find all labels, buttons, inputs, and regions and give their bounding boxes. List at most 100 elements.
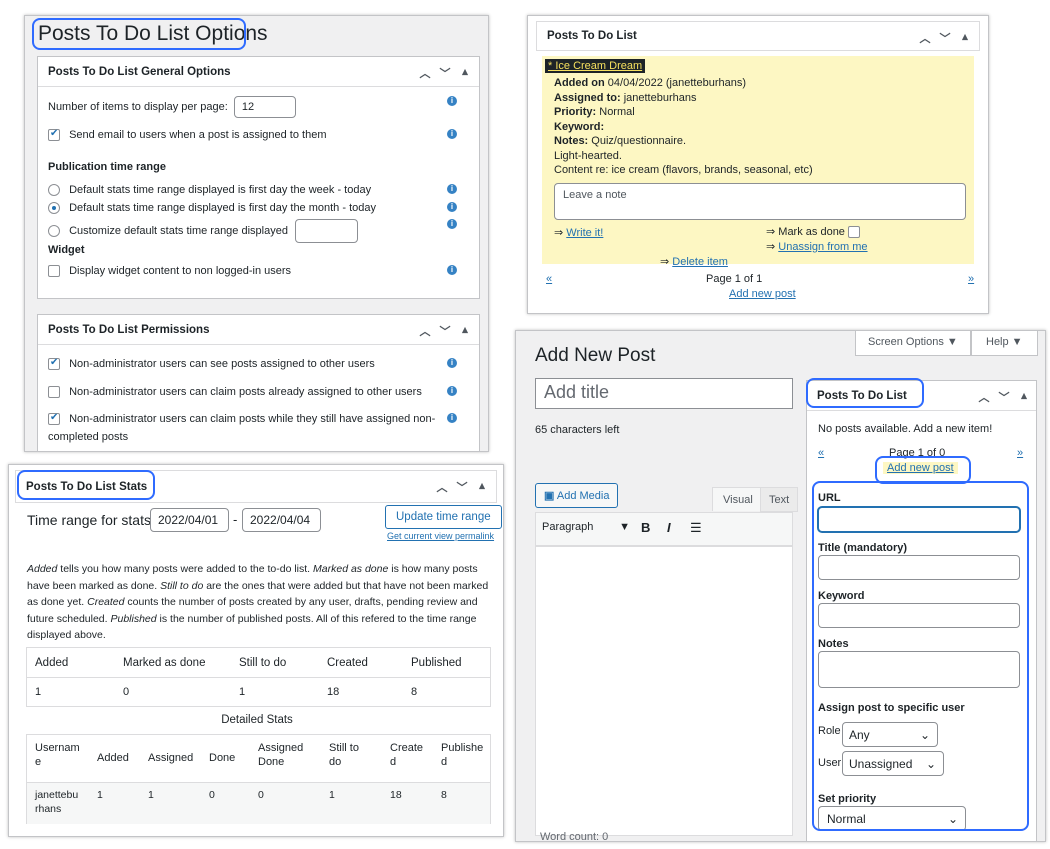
move-down-icon[interactable]: ﹀ (439, 323, 451, 339)
unassign-link[interactable]: Unassign from me (778, 241, 867, 253)
summary-value: 1 (35, 686, 42, 698)
detail-table: Usernam e Added Assigned Done Assigned D… (26, 734, 491, 824)
summary-header: Added (35, 656, 69, 669)
range-month-label: Default stats time range displayed is fi… (69, 202, 376, 214)
add-new-post-highlight (875, 456, 971, 484)
range-month-radio[interactable] (48, 202, 60, 215)
perm2-label: Non-administrator users can claim posts … (69, 386, 422, 398)
update-range-button[interactable]: Update time range (385, 505, 502, 529)
metabox-prev-link[interactable]: « (818, 447, 824, 459)
move-down-icon[interactable]: ﹀ (939, 30, 951, 46)
items-per-page-row: Number of items to display per page: 12 … (48, 96, 469, 118)
perm3-checkbox[interactable] (48, 412, 60, 426)
info-icon[interactable]: i (447, 96, 457, 106)
info-icon[interactable]: i (447, 413, 457, 423)
detail-header: Assigned (148, 752, 194, 764)
range-label: Time range for stats: (27, 512, 155, 528)
permissions-box: Posts To Do List Permissions ︿ ﹀ ▴ Non-adm… (37, 314, 480, 451)
stats-screenshot: Posts To Do List Stats ︿ ﹀ ▴ Time range fo… (8, 464, 504, 837)
detail-header: Publishe d (441, 742, 484, 768)
range-custom-input[interactable] (295, 219, 359, 243)
range-to-input[interactable]: 2022/04/04 (242, 508, 321, 532)
screen-options-button[interactable]: Screen Options ▼ (855, 331, 971, 356)
info-icon[interactable]: i (447, 358, 457, 368)
toggle-panel-icon[interactable]: ▴ (959, 30, 971, 46)
add-new-post-link[interactable]: Add new post (729, 288, 796, 300)
editor-page-title: Add New Post (535, 345, 656, 366)
detail-header-row: Usernam e Added Assigned Done Assigned D… (27, 735, 490, 783)
tab-text[interactable]: Text (760, 487, 799, 512)
general-options-header: Posts To Do List General Options ︿ ﹀ ▴ (38, 57, 479, 87)
toggle-panel-icon[interactable]: ▴ (459, 65, 471, 81)
bold-button[interactable]: B (641, 520, 650, 535)
metabox-form-highlight (812, 481, 1029, 831)
leave-note-textarea[interactable]: Leave a note (554, 183, 966, 220)
permalink-link[interactable]: Get current view permalink (387, 531, 494, 541)
widget-title: Posts To Do List (547, 30, 637, 42)
info-icon[interactable]: i (447, 184, 457, 194)
perm3-label: Non-administrator users can claim posts … (69, 413, 436, 425)
widget-checkbox[interactable] (48, 265, 60, 278)
next-page-link[interactable]: » (968, 273, 974, 285)
detail-header: Added (97, 752, 129, 764)
items-per-page-input[interactable]: 12 (233, 96, 296, 118)
range-week-row: Default stats time range displayed is fi… (48, 184, 469, 197)
move-up-icon[interactable]: ︿ (978, 389, 990, 405)
summary-header: Published (411, 656, 462, 669)
perm3-label-cont: completed posts (48, 431, 129, 443)
todo-item: * Ice Cream Dream Added on 04/04/2022 (j… (542, 56, 974, 268)
range-custom-label: Customize default stats time range displ… (69, 224, 288, 237)
tab-visual[interactable]: Visual (712, 487, 764, 511)
metabox-next-link[interactable]: » (1017, 447, 1023, 459)
move-down-icon[interactable]: ﹀ (998, 389, 1010, 405)
info-icon[interactable]: i (447, 202, 457, 212)
assigned-line: Assigned to: janetteburhans (554, 91, 697, 104)
add-media-button[interactable]: ▣ Add Media (535, 483, 619, 508)
move-down-icon[interactable]: ﹀ (439, 65, 451, 81)
detail-cell: 0 (258, 789, 264, 801)
media-icon: ▣ (544, 490, 555, 502)
move-up-icon[interactable]: ︿ (419, 323, 431, 339)
detail-cell: 1 (329, 789, 335, 801)
info-icon[interactable]: i (447, 386, 457, 396)
detail-data-row: janettebu rhans 1 1 0 0 1 18 8 (27, 783, 490, 824)
mark-done-checkbox[interactable] (848, 226, 860, 239)
chars-left: 65 characters left (535, 424, 620, 436)
write-it-link[interactable]: Write it! (566, 227, 603, 239)
send-email-checkbox[interactable] (48, 128, 60, 142)
metabox-empty-msg: No posts available. Add a new item! (818, 423, 993, 435)
editor-content-area[interactable] (535, 546, 793, 836)
notes-line-2: Light-hearted. (554, 149, 622, 162)
detail-header: Still to do (329, 742, 359, 768)
prev-page-link[interactable]: « (546, 273, 552, 285)
delete-item-link[interactable]: Delete item (672, 256, 728, 268)
word-count: Word count: 0 (540, 831, 609, 842)
info-icon[interactable]: i (447, 265, 457, 275)
bullet-list-icon[interactable]: ☰ (690, 520, 702, 536)
perm2-checkbox[interactable] (48, 386, 60, 399)
page-info: Page 1 of 1 (706, 273, 763, 285)
general-options-box: Posts To Do List General Options ︿ ﹀ ▴ Num… (37, 56, 480, 299)
move-up-icon[interactable]: ︿ (419, 65, 431, 81)
toggle-panel-icon[interactable]: ▴ (1018, 389, 1030, 405)
todo-item-title[interactable]: * Ice Cream Dream (545, 59, 646, 73)
toggle-panel-icon[interactable]: ▴ (476, 479, 488, 495)
move-up-icon[interactable]: ︿ (436, 479, 448, 495)
post-title-input[interactable]: Add title (535, 378, 793, 409)
info-icon[interactable]: i (447, 219, 457, 229)
stats-description: Added tells you how many posts were adde… (27, 563, 489, 641)
range-from-input[interactable]: 2022/04/01 (150, 508, 229, 532)
format-select[interactable]: Paragraph ▼ (542, 521, 630, 533)
toggle-panel-icon[interactable]: ▴ (459, 323, 471, 339)
range-month-row: Default stats time range displayed is fi… (48, 202, 469, 215)
italic-button[interactable]: I (667, 520, 671, 535)
info-icon[interactable]: i (447, 129, 457, 139)
permissions-title: Posts To Do List Permissions (48, 323, 210, 336)
range-week-radio[interactable] (48, 184, 60, 197)
perm1-checkbox[interactable] (48, 357, 60, 371)
move-down-icon[interactable]: ﹀ (456, 479, 468, 495)
move-up-icon[interactable]: ︿ (919, 30, 931, 46)
editor-screenshot: Screen Options ▼ Help ▼ Add New Post Add… (515, 330, 1046, 842)
range-custom-radio[interactable] (48, 225, 60, 237)
help-button[interactable]: Help ▼ (971, 331, 1038, 356)
